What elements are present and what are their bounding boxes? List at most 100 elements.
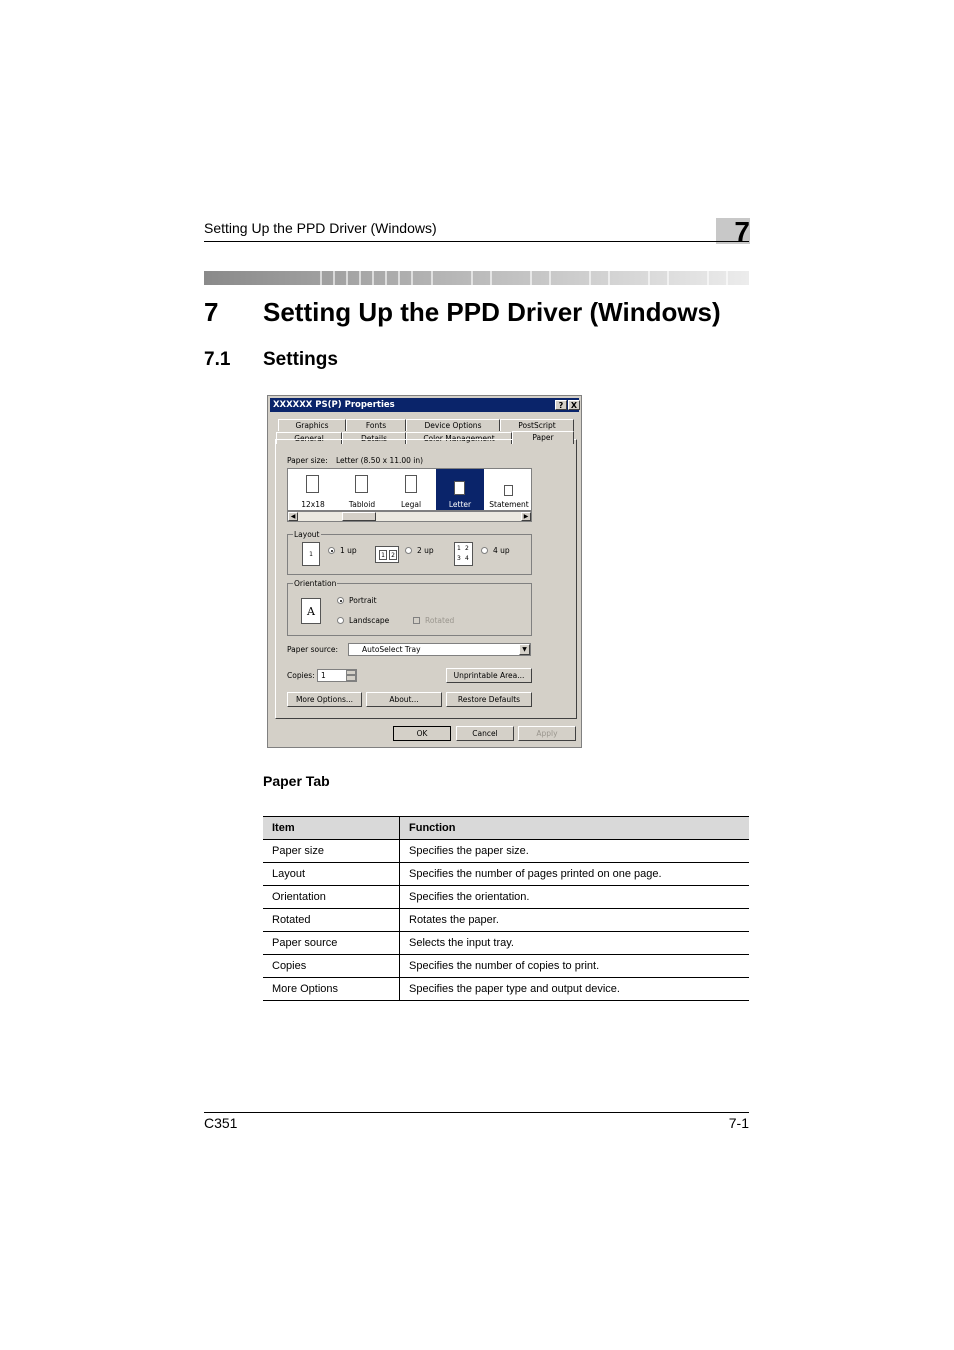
table-cell: More Options (263, 977, 400, 1001)
unprintable-area-button[interactable]: Unprintable Area... (446, 668, 532, 683)
header-rule (204, 241, 749, 242)
paper-item-label: Statement (489, 500, 529, 509)
page-icon (504, 485, 513, 496)
column-header: Function (399, 816, 749, 840)
paper-item-legal[interactable]: Legal (387, 469, 435, 510)
column-header: Item (263, 816, 400, 840)
paper-size-scrollbar[interactable]: ◀ ▶ (287, 511, 532, 522)
restore-defaults-button[interactable]: Restore Defaults (446, 692, 532, 707)
paper-source-select[interactable]: AutoSelect Tray ▼ (348, 643, 531, 656)
page-num: 3 (457, 555, 461, 562)
cancel-button[interactable]: Cancel (456, 726, 514, 741)
tab-graphics[interactable]: Graphics (278, 419, 346, 431)
table-row: Layout Specifies the number of pages prin… (263, 862, 749, 886)
chapter-heading: Setting Up the PPD Driver (Windows) (263, 297, 721, 327)
scroll-thumb[interactable] (342, 512, 376, 521)
close-button[interactable]: X (568, 400, 580, 410)
page-icon: 1 (379, 550, 387, 560)
landscape-radio[interactable] (337, 617, 344, 624)
table-cell: Paper size (263, 839, 400, 863)
scroll-left-icon[interactable]: ◀ (288, 512, 298, 521)
paper-item-label: Tabloid (348, 500, 376, 509)
page-icon (405, 475, 417, 493)
decorative-strip (204, 271, 749, 285)
paper-source-label: Paper source: (287, 645, 339, 654)
tab-paper[interactable]: Paper (512, 431, 574, 444)
tab-postscript[interactable]: PostScript (500, 419, 574, 431)
table-cell: Specifies the paper size. (399, 839, 749, 863)
orientation-group (287, 583, 532, 636)
spin-down-icon[interactable] (346, 675, 356, 681)
help-button[interactable]: ? (555, 400, 567, 410)
paper-tab-table: Item Function Paper size Specifies the pa… (263, 816, 749, 1001)
page-icon (306, 475, 319, 493)
paper-size-list[interactable]: 12x18 Tabloid Legal Letter Statement (287, 468, 532, 511)
paper-source-value: AutoSelect Tray (362, 645, 421, 654)
more-options-button[interactable]: More Options... (287, 692, 362, 707)
table-row: Paper source Selects the input tray. (263, 931, 749, 955)
portrait-radio[interactable] (337, 597, 344, 604)
footer-page-number: 7-1 (728, 1115, 749, 1131)
paper-item-statement[interactable]: Statement (485, 469, 533, 510)
page-icon (355, 475, 368, 493)
layout-1up-radio[interactable] (328, 547, 335, 554)
table-cell: Rotated (263, 908, 400, 932)
dialog-titlebar: XXXXXX PS(P) Properties ? X (270, 398, 580, 412)
layout-1up-label: 1 up (340, 546, 357, 555)
tab-device-options[interactable]: Device Options (406, 419, 500, 431)
landscape-label: Landscape (349, 616, 390, 625)
table-cell: Orientation (263, 885, 400, 909)
properties-dialog: XXXXXX PS(P) Properties ? X Graphics Fon… (267, 395, 582, 748)
chapter-number: 7 (734, 216, 750, 247)
copies-value: 1 (321, 671, 326, 680)
scroll-right-icon[interactable]: ▶ (521, 512, 531, 521)
table-cell: Paper source (263, 931, 400, 955)
table-cell: Copies (263, 954, 400, 978)
page-num: 1 (457, 545, 461, 552)
paper-item-label: Letter (448, 500, 472, 509)
four-up-page-icon: 1 2 3 4 (454, 542, 473, 566)
two-up-page-icon: 1 2 (375, 546, 399, 563)
table-header-row: Item Function (263, 816, 749, 840)
one-up-page-icon: 1 (302, 542, 320, 566)
table-cell: Selects the input tray. (399, 931, 749, 955)
paper-size-value: Letter (8.50 x 11.00 in) (336, 456, 424, 465)
paper-item-12x18[interactable]: 12x18 (289, 469, 337, 510)
paper-item-tabloid[interactable]: Tabloid (338, 469, 386, 510)
orientation-group-title: Orientation (293, 579, 338, 588)
copies-stepper[interactable]: 1 (317, 669, 357, 682)
table-cell: Specifies the paper type and output devi… (399, 977, 749, 1001)
paper-size-label: Paper size: (287, 456, 328, 465)
table-cell: Specifies the number of pages printed on… (399, 862, 749, 886)
table-row: More Options Specifies the paper type and… (263, 977, 749, 1001)
page-num: 2 (465, 545, 469, 552)
chapter-heading-number: 7 (204, 297, 219, 327)
rotated-checkbox[interactable] (413, 617, 420, 624)
page-num: 4 (465, 555, 469, 562)
ok-button[interactable]: OK (393, 726, 451, 741)
section-heading: Settings (263, 349, 338, 370)
about-button[interactable]: About... (366, 692, 442, 707)
table-row: Copies Specifies the number of copies to … (263, 954, 749, 978)
apply-button[interactable]: Apply (518, 726, 576, 741)
figure-caption: Paper Tab (263, 773, 330, 789)
table-cell: Layout (263, 862, 400, 886)
paper-item-label: 12x18 (301, 500, 325, 509)
page-icon (454, 481, 465, 495)
layout-4up-radio[interactable] (481, 547, 488, 554)
tab-fonts[interactable]: Fonts (346, 419, 406, 431)
layout-4up-label: 4 up (493, 546, 510, 555)
table-cell: Specifies the orientation. (399, 885, 749, 909)
table-row: Orientation Specifies the orientation. (263, 885, 749, 909)
dialog-title: XXXXXX PS(P) Properties (273, 400, 395, 410)
layout-group-title: Layout (293, 530, 321, 539)
chevron-down-icon[interactable]: ▼ (519, 644, 530, 655)
paper-item-label: Legal (400, 500, 422, 509)
layout-2up-label: 2 up (417, 546, 434, 555)
rotated-label: Rotated (425, 616, 455, 625)
paper-item-letter[interactable]: Letter (436, 469, 484, 510)
section-heading-number: 7.1 (204, 349, 231, 370)
copies-label: Copies: (287, 671, 315, 680)
layout-2up-radio[interactable] (405, 547, 412, 554)
table-cell: Specifies the number of copies to print. (399, 954, 749, 978)
